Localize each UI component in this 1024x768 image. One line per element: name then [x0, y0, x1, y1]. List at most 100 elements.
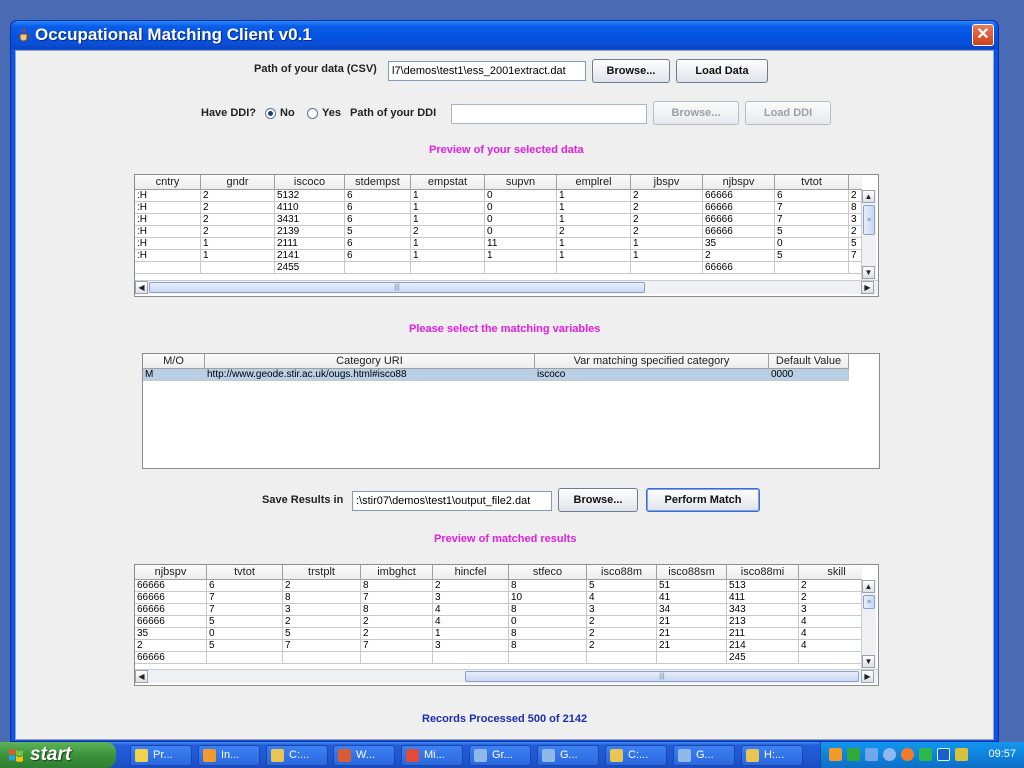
table-row[interactable]: :H 2 4110 6 1 0 1 2 66666 7 8	[135, 202, 862, 214]
taskbar-item-in[interactable]: In...	[198, 745, 260, 766]
load-ddi-button[interactable]: Load DDI	[745, 101, 831, 125]
scroll-thumb[interactable]: |||	[465, 671, 859, 682]
tray-monitor-icon[interactable]	[937, 748, 950, 761]
table-row[interactable]: :H 2 5132 6 1 0 1 2 66666 6 2	[135, 190, 862, 202]
table-row[interactable]: 35 0 5 2 1 8 2 21 211 4	[135, 628, 862, 640]
column-header[interactable]: supvn	[485, 175, 557, 190]
taskbar-item-w[interactable]: W...	[333, 745, 395, 766]
preview-results-table[interactable]: njbspv tvtot trstplt imbghct hincfel stfeco is…	[134, 564, 879, 686]
matching-variables-table[interactable]: M/O Category URI Var matching specified ca…	[142, 353, 880, 469]
table-row[interactable]: 2 5 7 7 3 8 2 21 214 4	[135, 640, 862, 652]
table-row[interactable]: 66666 7 3 8 4 8 3 34 343 3	[135, 604, 862, 616]
start-button[interactable]: start	[0, 742, 116, 768]
scroll-left-arrow-icon[interactable]: ◀	[135, 281, 148, 294]
column-header[interactable]: isco88mi	[727, 565, 799, 580]
table-cell	[657, 652, 727, 664]
tray-firefox-icon[interactable]	[901, 748, 914, 761]
table-cell: 213	[727, 616, 799, 628]
tray-pen-icon[interactable]	[955, 748, 968, 761]
taskbar-item-c1[interactable]: C:...	[266, 745, 328, 766]
scroll-up-arrow-icon[interactable]: ▲	[862, 580, 875, 593]
ddi-path-field[interactable]	[451, 104, 647, 124]
column-header[interactable]: hincfel	[433, 565, 509, 580]
taskbar-item-g1[interactable]: G...	[537, 745, 599, 766]
scroll-left-arrow-icon[interactable]: ◀	[135, 670, 148, 683]
scroll-thumb[interactable]: |||	[149, 282, 645, 293]
scroll-thumb[interactable]: ≡	[863, 595, 875, 609]
column-header[interactable]: stfeco	[509, 565, 587, 580]
table-row[interactable]: 66666 7 8 7 3 10 4 41 411 2	[135, 592, 862, 604]
save-path-field[interactable]: :\stir07\demos\test1\output_file2.dat	[352, 491, 552, 511]
load-data-button[interactable]: Load Data	[676, 59, 768, 83]
perform-match-button[interactable]: Perform Match	[646, 488, 760, 512]
save-browse-button[interactable]: Browse...	[558, 488, 638, 512]
taskbar-item-gr[interactable]: Gr...	[469, 745, 531, 766]
table-row[interactable]: 2455 66666	[135, 262, 862, 274]
column-header[interactable]: skill	[799, 565, 862, 580]
table-cell	[587, 652, 657, 664]
taskbar-item-label: W...	[356, 749, 375, 761]
taskbar-item-g2[interactable]: G...	[673, 745, 735, 766]
tray-refresh-icon[interactable]	[883, 748, 896, 761]
column-header[interactable]: isco88m	[587, 565, 657, 580]
column-header[interactable]: Category URI	[205, 354, 535, 369]
vertical-scrollbar[interactable]: ▲ ≡ ▼	[861, 190, 876, 281]
column-header[interactable]: Default Value	[769, 354, 849, 369]
taskbar-item-c2[interactable]: C:...	[605, 745, 667, 766]
table-row[interactable]: :H 2 3431 6 1 0 1 2 66666 7 3	[135, 214, 862, 226]
taskbar-app-icon	[610, 749, 623, 762]
scroll-right-arrow-icon[interactable]: ▶	[861, 281, 874, 294]
column-header[interactable]: empstat	[411, 175, 485, 190]
scroll-up-arrow-icon[interactable]: ▲	[862, 190, 875, 203]
table-row[interactable]: 66666 245	[135, 652, 862, 664]
ddi-yes-radio[interactable]	[307, 108, 318, 119]
column-header[interactable]: gndr	[201, 175, 275, 190]
column-header[interactable]: stdempst	[345, 175, 411, 190]
data-browse-button[interactable]: Browse...	[592, 59, 670, 83]
close-button[interactable]: ✕	[972, 24, 994, 46]
title-bar[interactable]: Occupational Matching Client v0.1 ✕	[11, 21, 998, 49]
column-header[interactable]: tvtot	[775, 175, 849, 190]
column-header[interactable]: iscoco	[275, 175, 345, 190]
vertical-scrollbar[interactable]: ▲ ≡ ▼	[861, 580, 876, 670]
table-cell: 4	[799, 628, 862, 640]
taskbar-item-label: G...	[560, 749, 578, 761]
horizontal-scrollbar[interactable]: ◀ ||| ▶	[135, 280, 878, 294]
column-header[interactable]: isco88sm	[657, 565, 727, 580]
table-row[interactable]: Mhttp://www.geode.stir.ac.uk/ougs.html#i…	[143, 369, 849, 381]
tray-network-icon[interactable]	[865, 748, 878, 761]
ddi-browse-button[interactable]: Browse...	[653, 101, 739, 125]
column-header[interactable]: njbspv	[703, 175, 775, 190]
taskbar-item-pr[interactable]: Pr...	[130, 745, 192, 766]
taskbar-item-mi[interactable]: Mi...	[401, 745, 463, 766]
taskbar-app-icon	[271, 749, 284, 762]
column-header[interactable]: tvtot	[207, 565, 283, 580]
column-header[interactable]	[849, 175, 862, 190]
table-cell: 214	[727, 640, 799, 652]
preview-data-table[interactable]: cntry gndr iscoco stdempst empstat supvn emplr…	[134, 174, 879, 297]
table-row[interactable]: 66666 5 2 2 4 0 2 21 213 4	[135, 616, 862, 628]
scroll-down-arrow-icon[interactable]: ▼	[862, 655, 875, 668]
scroll-thumb[interactable]: ≡	[863, 205, 875, 235]
data-path-field[interactable]: l7\demos\test1\ess_2001extract.dat	[388, 61, 586, 81]
column-header[interactable]: njbspv	[135, 565, 207, 580]
table-row[interactable]: 66666 6 2 8 2 8 5 51 513 2	[135, 580, 862, 592]
tray-status-icon[interactable]	[847, 748, 860, 761]
table-row[interactable]: :H 1 2141 6 1 1 1 1 2 5 7	[135, 250, 862, 262]
tray-battery-icon[interactable]	[919, 748, 932, 761]
column-header[interactable]: cntry	[135, 175, 201, 190]
column-header[interactable]: jbspv	[631, 175, 703, 190]
taskbar-item-h[interactable]: H:...	[741, 745, 803, 766]
tray-app-icon[interactable]	[829, 748, 842, 761]
column-header[interactable]: imbghct	[361, 565, 433, 580]
scroll-right-arrow-icon[interactable]: ▶	[861, 670, 874, 683]
column-header[interactable]: Var matching specified category	[535, 354, 769, 369]
column-header[interactable]: trstplt	[283, 565, 361, 580]
table-row[interactable]: :H 1 2111 6 1 11 1 1 35 0 5	[135, 238, 862, 250]
scroll-down-arrow-icon[interactable]: ▼	[862, 266, 875, 279]
horizontal-scrollbar[interactable]: ◀ ||| ▶	[135, 669, 878, 683]
ddi-no-radio[interactable]	[265, 108, 276, 119]
column-header[interactable]: emplrel	[557, 175, 631, 190]
column-header[interactable]: M/O	[143, 354, 205, 369]
table-row[interactable]: :H 2 2139 5 2 0 2 2 66666 5 2	[135, 226, 862, 238]
